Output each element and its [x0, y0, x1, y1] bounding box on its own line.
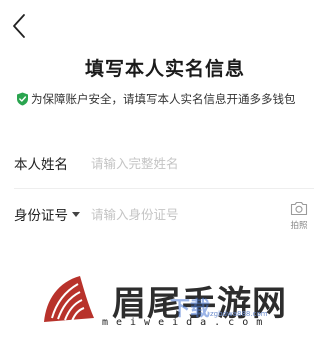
id-label: 身份证号: [14, 208, 68, 224]
caret-down-icon: [72, 211, 80, 217]
take-photo-button[interactable]: 拍照: [284, 201, 314, 231]
page-title: 填写本人实名信息: [84, 58, 245, 80]
security-notice: 为保障账户安全，请填写本人实名信息开通多多钱包: [16, 91, 324, 107]
shield-check-icon: [17, 92, 28, 106]
chevron-left-icon: [13, 14, 25, 38]
id-row: 身份证号 拍照: [14, 189, 314, 239]
camera-icon: [290, 201, 308, 216]
name-label: 本人姓名: [14, 157, 68, 173]
name-row: 本人姓名: [14, 138, 314, 189]
watermark-url: meiweida.com: [102, 317, 271, 328]
fan-logo-icon: [44, 276, 94, 322]
id-type-selector[interactable]: 身份证号: [14, 204, 91, 224]
notice-text: 为保障账户安全，请填写本人实名信息开通多多钱包: [31, 92, 296, 106]
watermark: 眉尾手游网 下载 zgbdwa888.com meiweida.com: [40, 262, 330, 340]
back-button[interactable]: [8, 12, 32, 40]
name-input[interactable]: [91, 155, 314, 171]
id-number-input[interactable]: [91, 206, 284, 222]
photo-label: 拍照: [290, 221, 308, 231]
